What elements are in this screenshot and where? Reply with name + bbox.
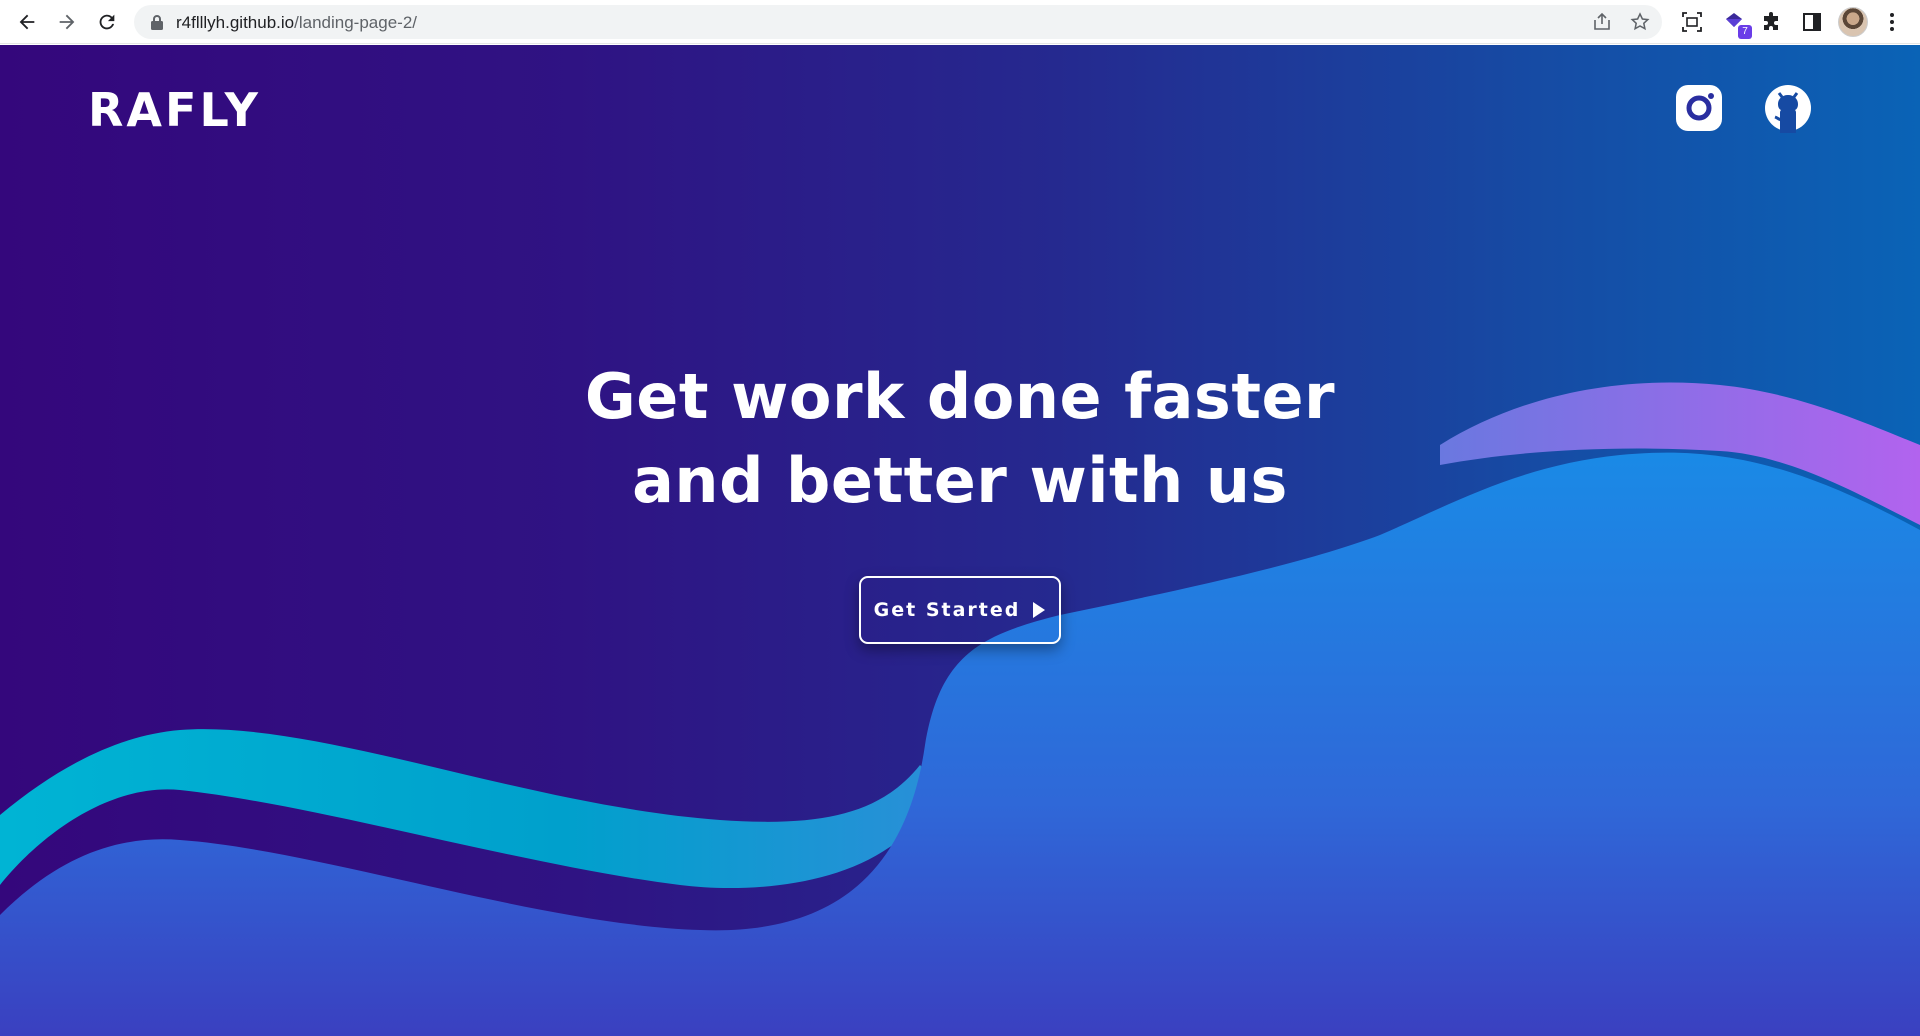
- url-host: r4flllyh.github.io: [176, 13, 295, 32]
- get-started-button[interactable]: Get Started: [859, 576, 1061, 644]
- play-icon: [1033, 602, 1046, 618]
- reload-icon: [99, 14, 115, 30]
- get-started-label: Get Started: [873, 599, 1021, 621]
- landing-page: RAFLY Get work done faster and better wi…: [0, 45, 1920, 1036]
- url-text[interactable]: r4flllyh.github.io/landing-page-2/: [176, 13, 417, 33]
- screenshot-icon: [1682, 12, 1702, 32]
- kebab-menu-icon: [1890, 13, 1894, 31]
- extensions-menu-button[interactable]: [1760, 10, 1784, 34]
- instagram-link[interactable]: [1674, 83, 1724, 133]
- hero-line-1: Get work done faster: [584, 360, 1336, 433]
- site-logo[interactable]: RAFLY: [88, 83, 261, 137]
- url-path: /landing-page-2/: [294, 13, 417, 32]
- hero-line-2: and better with us: [632, 444, 1288, 517]
- browser-menu-button[interactable]: [1880, 10, 1904, 34]
- share-icon: [1594, 12, 1610, 30]
- side-panel-icon: [1803, 13, 1821, 31]
- hero-headline: Get work done faster and better with us: [560, 355, 1360, 523]
- star-icon: [1630, 12, 1650, 31]
- extension-badge: 7: [1738, 25, 1752, 39]
- browser-toolbar: r4flllyh.github.io/landing-page-2/ 7: [0, 0, 1920, 44]
- puzzle-icon: [1764, 12, 1778, 30]
- lock-icon: [151, 15, 163, 30]
- side-panel-button[interactable]: [1800, 10, 1824, 34]
- back-button[interactable]: [11, 6, 43, 38]
- address-bar[interactable]: r4flllyh.github.io/landing-page-2/: [134, 5, 1662, 39]
- avatar[interactable]: [1838, 7, 1868, 37]
- instagram-icon: [1676, 85, 1722, 131]
- github-icon: [1765, 85, 1811, 133]
- arrow-right-icon: [59, 14, 75, 30]
- screenshot-button[interactable]: [1680, 10, 1704, 34]
- extension-button[interactable]: 7: [1722, 10, 1752, 39]
- forward-button[interactable]: [51, 6, 83, 38]
- arrow-left-icon: [19, 14, 35, 30]
- reload-button[interactable]: [91, 6, 123, 38]
- background-waves: [0, 382, 1920, 1036]
- bookmark-button[interactable]: [1630, 12, 1650, 32]
- share-button[interactable]: [1592, 12, 1612, 32]
- github-link[interactable]: [1763, 83, 1813, 133]
